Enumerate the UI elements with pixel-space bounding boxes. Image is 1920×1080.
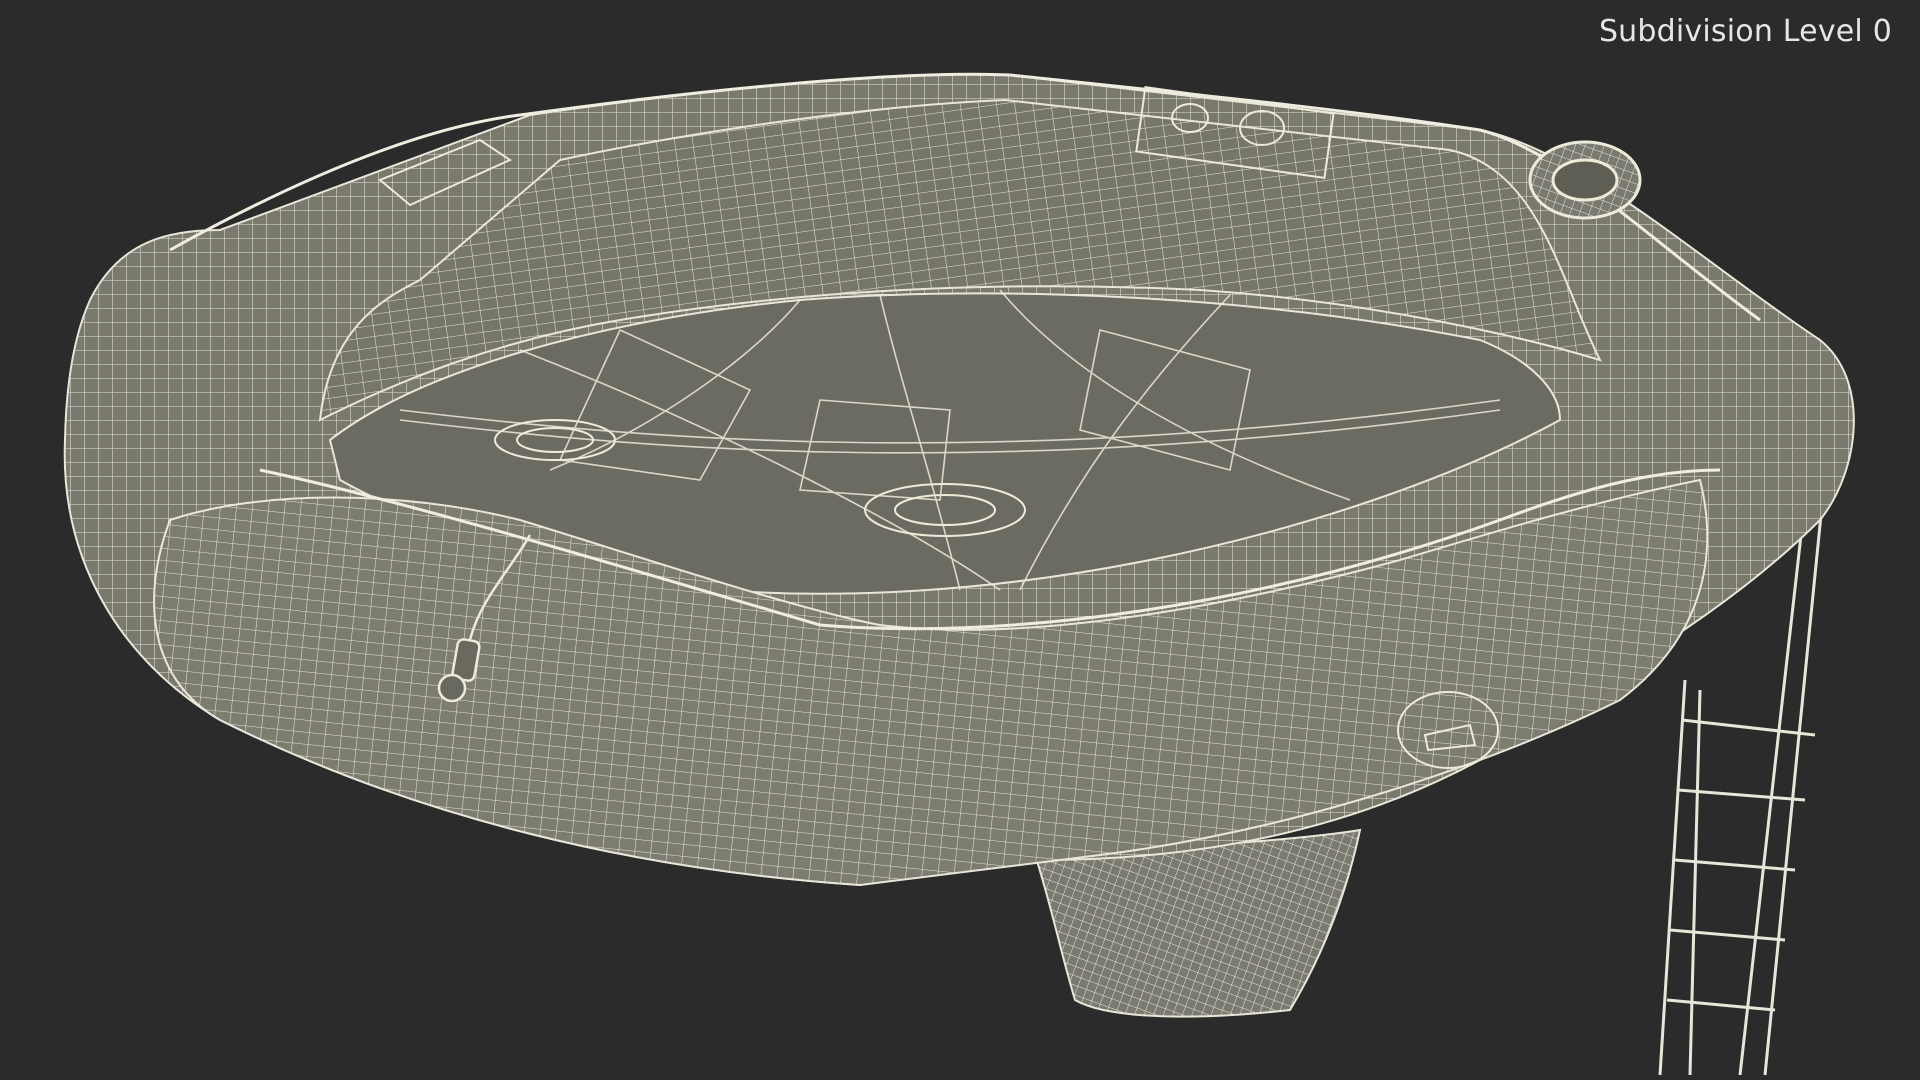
subdivision-level-label: Subdivision Level 0	[1598, 14, 1892, 49]
grab-ring	[1528, 140, 1642, 220]
3d-viewport[interactable]: Subdivision Level 0	[0, 0, 1920, 1080]
life-raft-wireframe-model	[63, 72, 1855, 1076]
